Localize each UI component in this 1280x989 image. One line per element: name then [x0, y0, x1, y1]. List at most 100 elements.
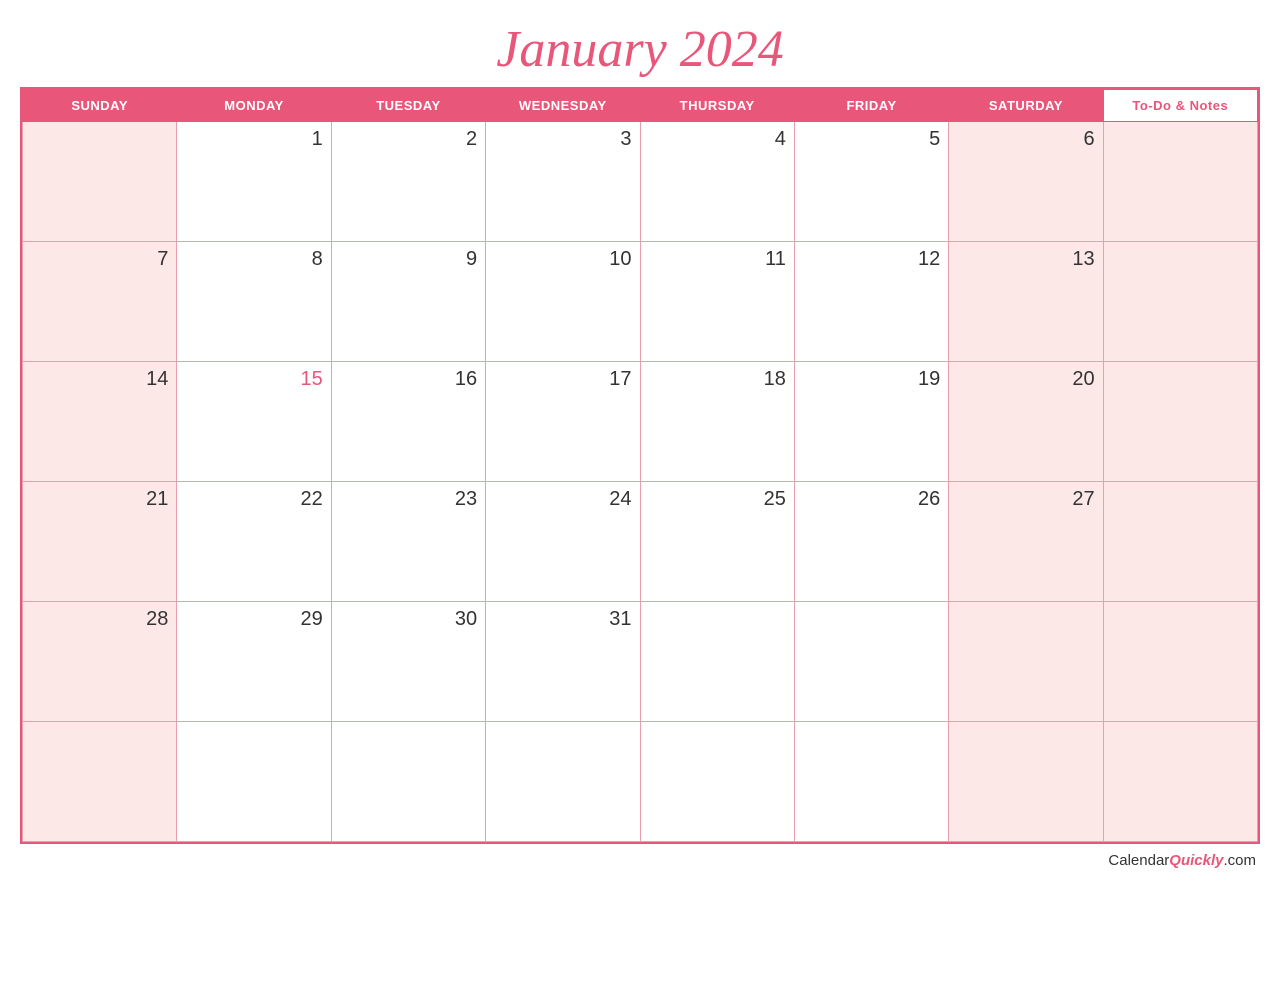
day-cell-3-1: 22	[177, 482, 331, 602]
day-cell-5-6	[949, 722, 1103, 842]
day-number-0-3: 3	[494, 128, 631, 151]
day-cell-1-0: 7	[23, 242, 177, 362]
day-cell-2-3: 17	[486, 362, 640, 482]
header-friday: FRIDAY	[794, 90, 948, 122]
day-cell-1-7	[1103, 242, 1257, 362]
header-notes: To-Do & Notes	[1103, 90, 1257, 122]
day-number-3-1: 22	[185, 488, 322, 511]
day-cell-4-0: 28	[23, 602, 177, 722]
day-number-1-6: 13	[957, 248, 1094, 271]
header-monday: MONDAY	[177, 90, 331, 122]
day-number-1-2: 9	[340, 248, 477, 271]
day-cell-2-2: 16	[331, 362, 485, 482]
day-number-4-2: 30	[340, 608, 477, 631]
day-number-1-1: 8	[185, 248, 322, 271]
header-tuesday: TUESDAY	[331, 90, 485, 122]
day-cell-0-6: 6	[949, 122, 1103, 242]
day-cell-1-2: 9	[331, 242, 485, 362]
day-cell-3-3: 24	[486, 482, 640, 602]
day-cell-5-1	[177, 722, 331, 842]
header-thursday: THURSDAY	[640, 90, 794, 122]
day-cell-3-0: 21	[23, 482, 177, 602]
day-cell-0-5: 5	[794, 122, 948, 242]
day-number-3-3: 24	[494, 488, 631, 511]
day-number-3-4: 25	[649, 488, 786, 511]
header-saturday: SATURDAY	[949, 90, 1103, 122]
day-cell-2-7	[1103, 362, 1257, 482]
header-wednesday: WEDNESDAY	[486, 90, 640, 122]
footer-com: .com	[1223, 852, 1256, 869]
day-number-1-3: 10	[494, 248, 631, 271]
day-cell-5-0	[23, 722, 177, 842]
day-cell-4-4	[640, 602, 794, 722]
day-number-3-2: 23	[340, 488, 477, 511]
calendar-wrapper: SUNDAY MONDAY TUESDAY WEDNESDAY THURSDAY…	[20, 87, 1260, 844]
week-row-3: 21 22 23 24 25 26 27	[23, 482, 1258, 602]
day-cell-5-3	[486, 722, 640, 842]
day-number-2-6: 20	[957, 368, 1094, 391]
day-cell-5-5	[794, 722, 948, 842]
day-cell-4-3: 31	[486, 602, 640, 722]
day-cell-1-3: 10	[486, 242, 640, 362]
day-number-0-2: 2	[340, 128, 477, 151]
day-cell-2-1: 15	[177, 362, 331, 482]
day-number-2-1: 15	[185, 368, 322, 391]
day-cell-2-4: 18	[640, 362, 794, 482]
day-number-1-5: 12	[803, 248, 940, 271]
week-row-0: 123456	[23, 122, 1258, 242]
day-cell-5-2	[331, 722, 485, 842]
day-number-0-6: 6	[957, 128, 1094, 151]
day-number-2-5: 19	[803, 368, 940, 391]
day-cell-4-2: 30	[331, 602, 485, 722]
day-cell-2-0: 14	[23, 362, 177, 482]
day-cell-0-7	[1103, 122, 1257, 242]
day-cell-3-5: 26	[794, 482, 948, 602]
day-cell-1-4: 11	[640, 242, 794, 362]
day-number-0-4: 4	[649, 128, 786, 151]
day-cell-0-1: 1	[177, 122, 331, 242]
day-number-1-4: 11	[649, 248, 786, 271]
calendar-body: 1234567891011121314151617181920212223242…	[23, 122, 1258, 842]
footer-quickly: Quickly	[1169, 852, 1223, 869]
footer: CalendarQuickly.com	[20, 844, 1260, 869]
day-number-2-3: 17	[494, 368, 631, 391]
day-cell-1-5: 12	[794, 242, 948, 362]
day-cell-4-7	[1103, 602, 1257, 722]
day-cell-0-4: 4	[640, 122, 794, 242]
calendar-title: January 2024	[20, 20, 1260, 79]
day-number-4-1: 29	[185, 608, 322, 631]
day-cell-0-0	[23, 122, 177, 242]
day-cell-1-1: 8	[177, 242, 331, 362]
day-cell-2-6: 20	[949, 362, 1103, 482]
day-number-0-5: 5	[803, 128, 940, 151]
day-cell-5-7	[1103, 722, 1257, 842]
week-row-4: 28 29 30 31	[23, 602, 1258, 722]
week-row-1: 789 10 11 12 13	[23, 242, 1258, 362]
footer-calendar: Calendar	[1108, 852, 1169, 869]
day-cell-4-6	[949, 602, 1103, 722]
day-number-3-0: 21	[31, 488, 168, 511]
calendar-table: SUNDAY MONDAY TUESDAY WEDNESDAY THURSDAY…	[22, 89, 1258, 842]
day-cell-0-2: 2	[331, 122, 485, 242]
day-number-4-3: 31	[494, 608, 631, 631]
day-cell-4-5	[794, 602, 948, 722]
day-number-1-0: 7	[31, 248, 168, 271]
day-number-4-0: 28	[31, 608, 168, 631]
day-cell-0-3: 3	[486, 122, 640, 242]
day-cell-4-1: 29	[177, 602, 331, 722]
day-number-2-2: 16	[340, 368, 477, 391]
day-number-3-5: 26	[803, 488, 940, 511]
week-row-2: 14 15 16 17 18 19 20	[23, 362, 1258, 482]
day-cell-3-7	[1103, 482, 1257, 602]
day-cell-3-6: 27	[949, 482, 1103, 602]
header-row: SUNDAY MONDAY TUESDAY WEDNESDAY THURSDAY…	[23, 90, 1258, 122]
day-cell-2-5: 19	[794, 362, 948, 482]
week-row-5	[23, 722, 1258, 842]
day-number-0-1: 1	[185, 128, 322, 151]
day-number-3-6: 27	[957, 488, 1094, 511]
day-number-2-0: 14	[31, 368, 168, 391]
day-cell-5-4	[640, 722, 794, 842]
day-cell-1-6: 13	[949, 242, 1103, 362]
day-number-2-4: 18	[649, 368, 786, 391]
day-cell-3-4: 25	[640, 482, 794, 602]
